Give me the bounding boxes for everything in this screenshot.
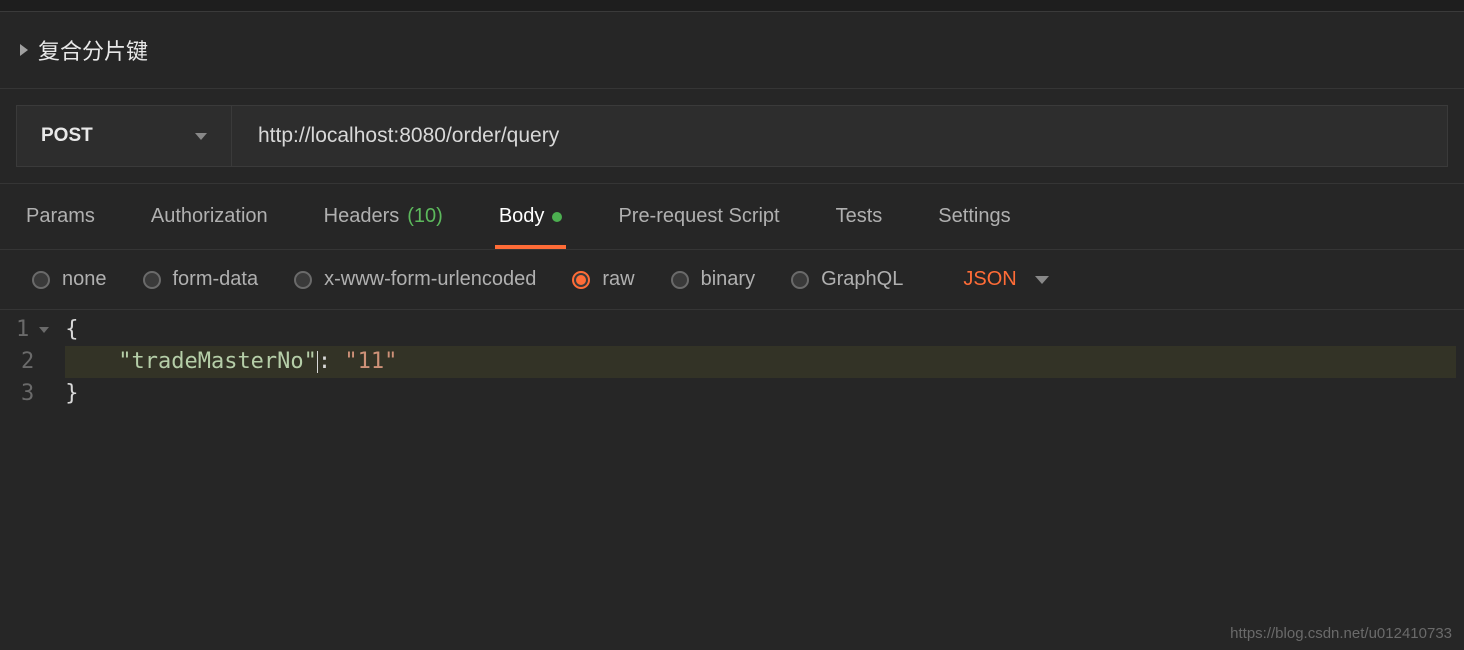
radio-icon [572,271,590,289]
tab-tests[interactable]: Tests [836,185,883,248]
code-line: } [65,378,1456,410]
watermark: https://blog.csdn.net/u012410733 [1230,625,1452,642]
tab-settings[interactable]: Settings [938,185,1010,248]
headers-count: (10) [407,205,443,228]
editor-gutter: 1 2 3 [0,310,57,414]
title-section[interactable]: 复合分片键 [0,12,1464,89]
radio-graphql[interactable]: GraphQL [791,268,903,291]
url-input[interactable] [232,105,1448,167]
chevron-down-icon [1035,276,1049,284]
code-editor[interactable]: 1 2 3 { "tradeMasterNo": "11" } [0,310,1464,414]
request-tabs: Params Authorization Headers (10) Body P… [0,184,1464,250]
fold-triangle-icon [39,327,49,333]
tab-headers[interactable]: Headers (10) [324,185,443,248]
tab-body[interactable]: Body [499,185,563,248]
expand-triangle-icon [20,44,28,56]
radio-urlencoded[interactable]: x-www-form-urlencoded [294,268,536,291]
method-label: POST [41,125,93,147]
http-method-select[interactable]: POST [16,105,232,167]
modified-dot-icon [552,212,562,222]
format-dropdown[interactable]: JSON [963,268,1048,291]
tab-prerequest[interactable]: Pre-request Script [618,185,779,248]
radio-icon [294,271,312,289]
tab-params[interactable]: Params [26,185,95,248]
radio-icon [143,271,161,289]
radio-icon [32,271,50,289]
radio-raw[interactable]: raw [572,268,634,291]
radio-none[interactable]: none [32,268,107,291]
radio-form-data[interactable]: form-data [143,268,259,291]
request-row: POST [0,89,1464,184]
radio-icon [671,271,689,289]
code-line: { [65,314,1456,346]
chevron-down-icon [195,133,207,140]
body-type-row: none form-data x-www-form-urlencoded raw… [0,250,1464,310]
code-line: "tradeMasterNo": "11" [65,346,1456,378]
editor-code[interactable]: { "tradeMasterNo": "11" } [57,310,1464,414]
request-title: 复合分片键 [38,34,148,66]
format-label: JSON [963,268,1016,291]
tab-authorization[interactable]: Authorization [151,185,268,248]
radio-icon [791,271,809,289]
top-bar [0,0,1464,12]
radio-binary[interactable]: binary [671,268,755,291]
